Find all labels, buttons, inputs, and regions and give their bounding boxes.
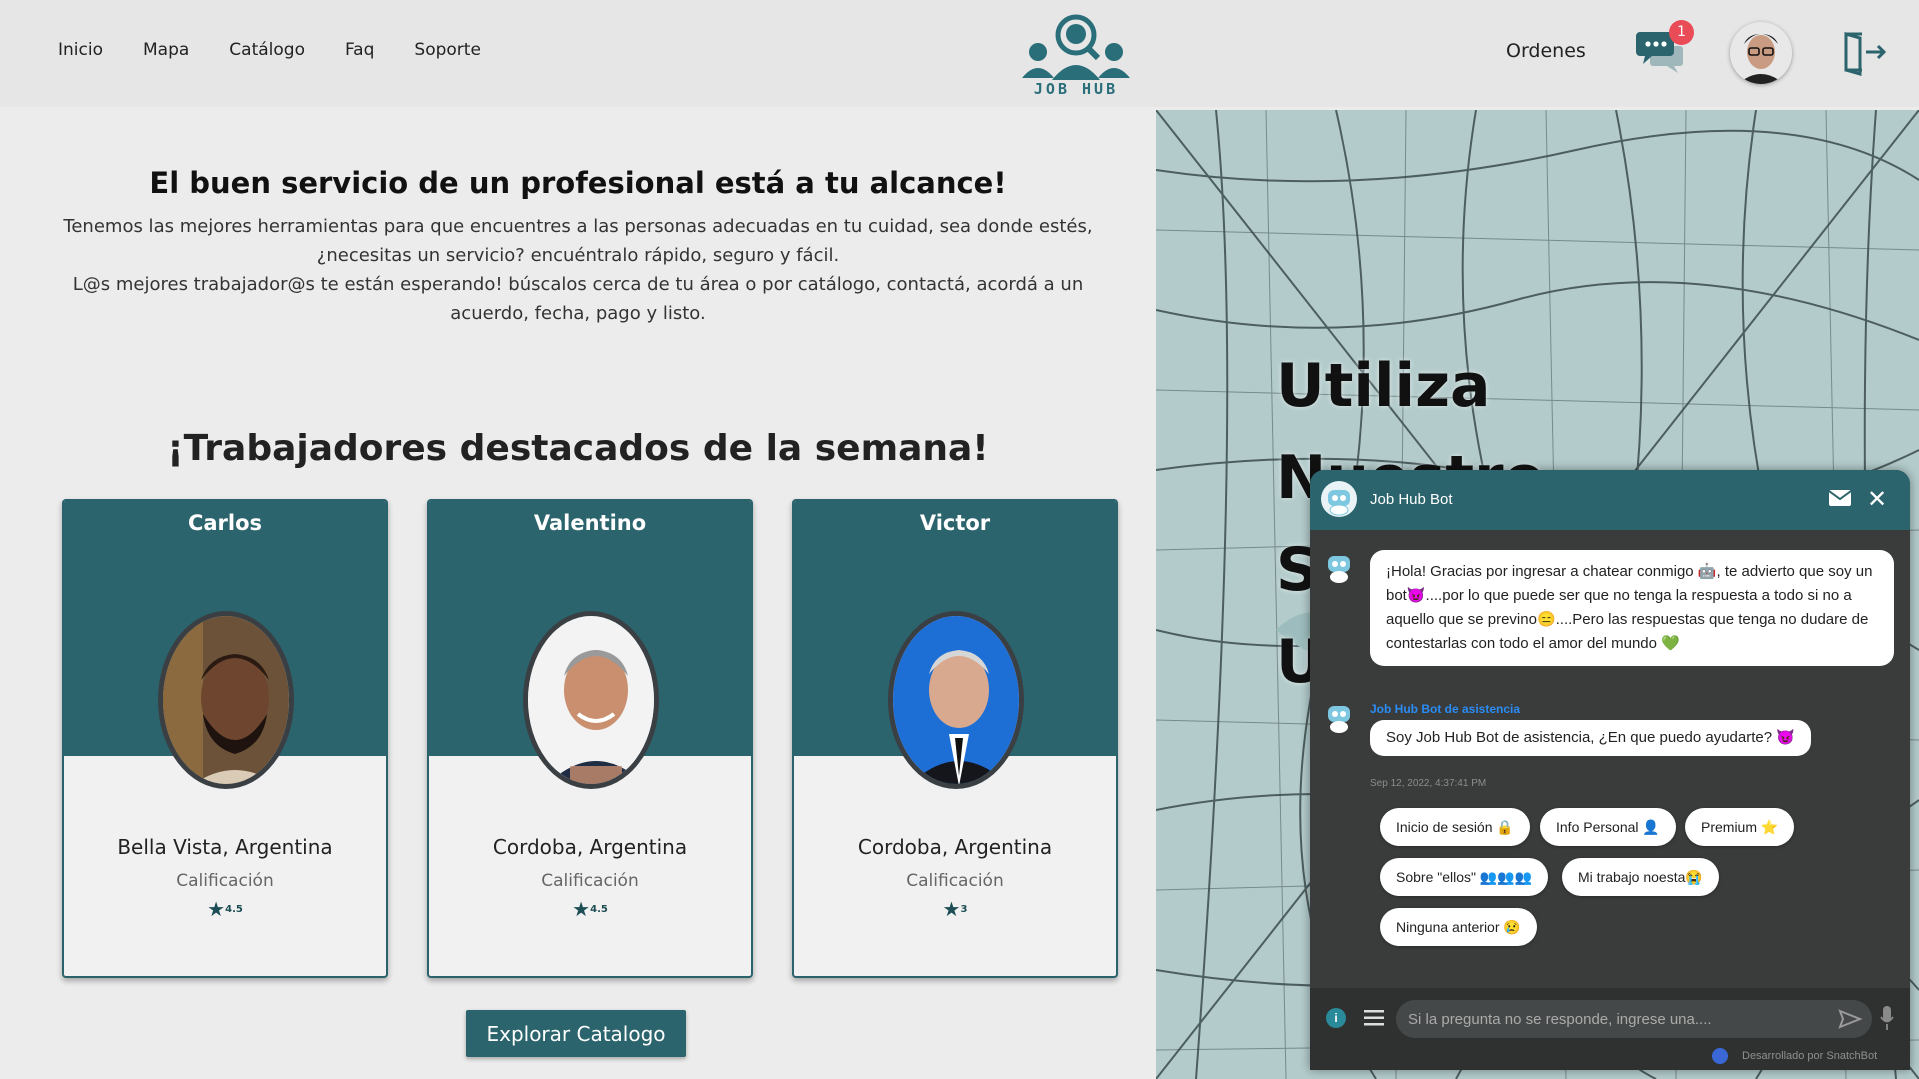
worker-card[interactable]: Carlos Bella Vista, Argentina Calificaci… [62, 499, 388, 978]
notification-badge: 1 [1669, 20, 1694, 45]
chatbot-header: Job Hub Bot ✕ [1310, 470, 1910, 530]
worker-location: Cordoba, Argentina [492, 835, 688, 859]
user-avatar[interactable] [1730, 22, 1792, 84]
worker-photo [888, 611, 1024, 789]
explore-catalog-button[interactable]: Explorar Catalogo [466, 1010, 686, 1057]
bot-message: Soy Job Hub Bot de asistencia, ¿En que p… [1370, 720, 1811, 756]
powered-by-label[interactable]: Desarrollado por SnatchBot [1742, 1050, 1877, 1062]
hero-line-2: L@s mejores trabajador@s te están espera… [72, 274, 1084, 324]
quick-reply-my-work[interactable]: Mi trabajo noesta😭 [1562, 858, 1719, 896]
star-icon: ★ [942, 897, 961, 921]
worker-photo [523, 611, 659, 789]
worker-card[interactable]: Victor Cordoba, Argentina Calificación ★… [792, 499, 1118, 978]
worker-photo [158, 611, 294, 789]
logout-icon[interactable] [1840, 28, 1888, 76]
orders-link[interactable]: Ordenes [1506, 40, 1586, 62]
quick-reply-premium[interactable]: Premium ⭐ [1685, 808, 1795, 846]
worker-name: Carlos [187, 511, 263, 535]
worker-rating: ★3 [794, 897, 1116, 921]
info-icon[interactable]: i [1326, 1008, 1346, 1028]
bot-sender-label: Job Hub Bot de asistencia [1370, 702, 1521, 716]
rating-value: 4.5 [590, 904, 608, 915]
bot-avatar-icon [1321, 481, 1357, 517]
hero-description: Tenemos las mejores herramientas para qu… [60, 212, 1096, 328]
send-icon [1838, 1009, 1863, 1029]
microphone-icon[interactable] [1880, 1006, 1894, 1030]
rating-label: Calificación [176, 871, 274, 891]
chatbot-title: Job Hub Bot [1370, 491, 1453, 508]
worker-name: Victor [919, 511, 991, 535]
worker-location: Cordoba, Argentina [857, 835, 1053, 859]
close-icon[interactable]: ✕ [1867, 487, 1889, 511]
logo-text: JOB HUB [1033, 80, 1119, 98]
worker-rating: ★4.5 [64, 897, 386, 921]
bot-avatar-icon [1321, 549, 1357, 585]
quick-reply-personal-info[interactable]: Info Personal 👤 [1540, 808, 1676, 846]
hero-title: El buen servicio de un profesional está … [149, 166, 1007, 200]
quick-reply-none[interactable]: Ninguna anterior 😢 [1380, 908, 1537, 946]
quick-reply-about[interactable]: Sobre "ellos" 👥👥👥 [1380, 858, 1549, 896]
send-button[interactable] [1828, 1000, 1872, 1038]
chatbot-window[interactable]: Job Hub Bot ✕ ¡Hola! Gracias por ingresa… [1310, 470, 1910, 1070]
email-icon[interactable] [1829, 490, 1851, 506]
bot-message: ¡Hola! Gracias por ingresar a chatear co… [1370, 550, 1894, 666]
message-timestamp: Sep 12, 2022, 4:37:41 PM [1370, 778, 1487, 789]
featured-title: ¡Trabajadores destacados de la semana! [167, 428, 989, 469]
bot-avatar-icon [1321, 699, 1357, 735]
chat-message-input[interactable] [1396, 1000, 1828, 1038]
quick-reply-login[interactable]: Inicio de sesión 🔒 [1380, 808, 1530, 846]
nav-faq[interactable]: Faq [345, 40, 374, 60]
star-icon: ★ [572, 897, 591, 921]
rating-label: Calificación [906, 871, 1004, 891]
worker-rating: ★4.5 [429, 897, 751, 921]
worker-card[interactable]: Valentino Cordoba, Argentina Calificació… [427, 499, 753, 978]
menu-icon[interactable] [1364, 1010, 1384, 1026]
main-nav: Inicio Mapa Catálogo Faq Soporte [58, 40, 481, 60]
nav-mapa[interactable]: Mapa [143, 40, 189, 60]
rating-label: Calificación [541, 871, 639, 891]
rating-value: 3 [960, 904, 968, 915]
worker-location: Bella Vista, Argentina [117, 835, 333, 859]
worker-name: Valentino [533, 511, 647, 535]
rating-value: 4.5 [225, 904, 243, 915]
top-header: Inicio Mapa Catálogo Faq Soporte JOB HUB… [0, 0, 1919, 107]
nav-inicio[interactable]: Inicio [58, 40, 103, 60]
chatbot-footer: i Desarrollado por SnatchBot [1310, 988, 1910, 1070]
hero-line-1: Tenemos las mejores herramientas para qu… [63, 216, 1093, 266]
star-icon: ★ [207, 897, 226, 921]
nav-catalogo[interactable]: Catálogo [229, 40, 305, 60]
snatchbot-icon [1712, 1048, 1728, 1064]
user-avatar-icon [1730, 22, 1792, 84]
nav-soporte[interactable]: Soporte [414, 40, 481, 60]
